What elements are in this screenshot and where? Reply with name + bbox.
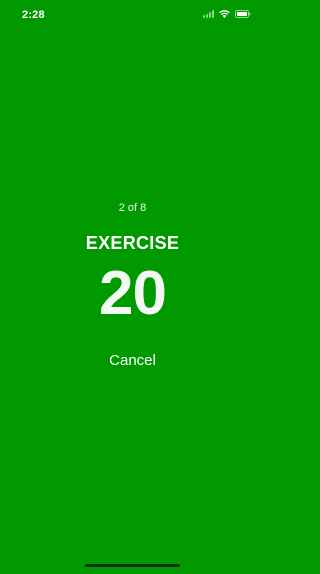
status-time: 2:28 (22, 9, 45, 21)
exercise-title: EXERCISE (85, 233, 180, 253)
home-indicator[interactable] (85, 564, 180, 567)
countdown-timer: 20 (99, 259, 167, 328)
battery-icon (235, 10, 251, 18)
cancel-button[interactable]: Cancel (92, 348, 173, 372)
wifi-icon (219, 10, 230, 18)
step-counter: 2 of 8 (118, 202, 147, 214)
status-bar: 2:28 (0, 0, 265, 28)
status-icons (203, 10, 251, 18)
cellular-signal-icon (203, 10, 214, 18)
